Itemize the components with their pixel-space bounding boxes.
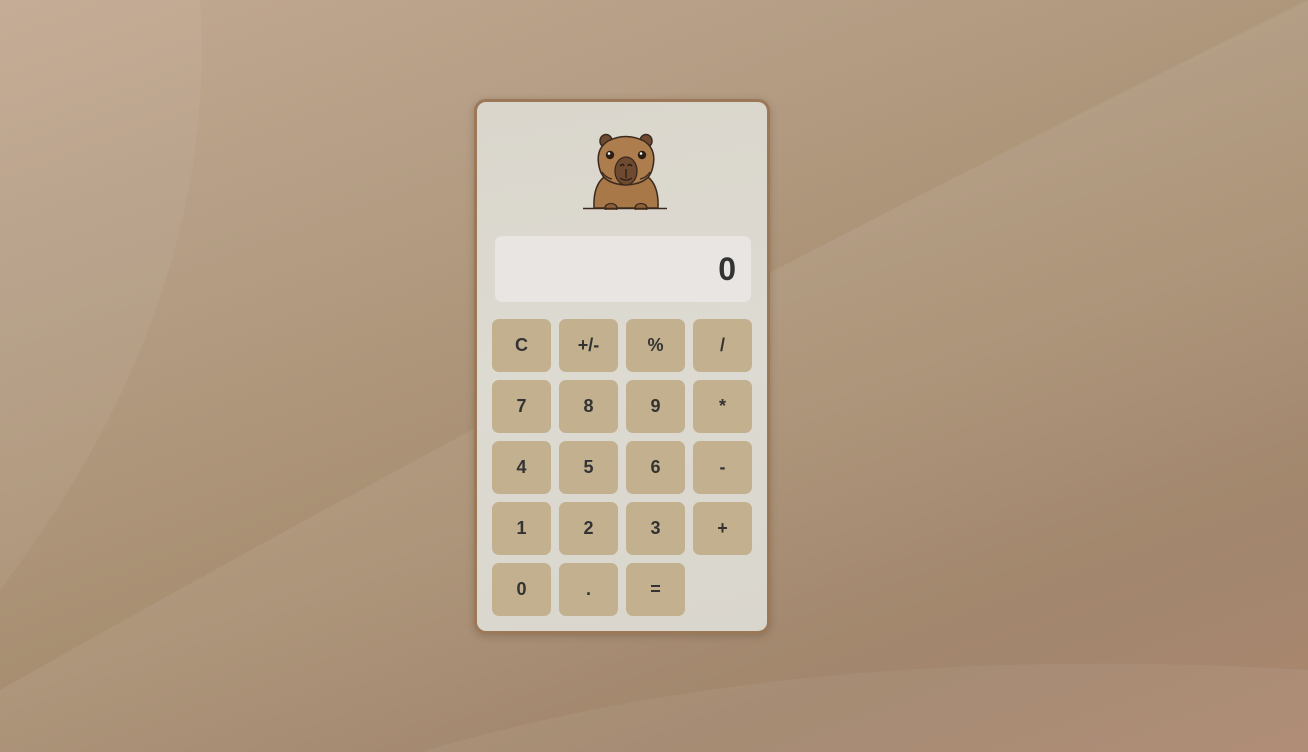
keypad: C +/-%/ 7 8 9 * 4 5 6- 1 2 3 +0. = [492, 319, 756, 616]
divide-button[interactable]: / [693, 319, 752, 372]
digit-1-button[interactable]: 1 [492, 502, 551, 555]
clear-button[interactable]: C [492, 319, 551, 372]
multiply-button[interactable]: * [693, 380, 752, 433]
digit-2-button[interactable]: 2 [559, 502, 618, 555]
calculator-display: 0 [495, 236, 751, 302]
display-value: 0 [718, 250, 736, 287]
digit-9-button[interactable]: 9 [626, 380, 685, 433]
digit-8-button[interactable]: 8 [559, 380, 618, 433]
percent-button[interactable]: % [626, 319, 685, 372]
digit-5-button[interactable]: 5 [559, 441, 618, 494]
digit-4-button[interactable]: 4 [492, 441, 551, 494]
digit-0-button[interactable]: 0 [492, 563, 551, 616]
subtract-button[interactable]: - [693, 441, 752, 494]
digit-3-button[interactable]: 3 [626, 502, 685, 555]
digit-6-button[interactable]: 6 [626, 441, 685, 494]
calculator: 0 C +/-%/ 7 8 9 * 4 5 6- 1 2 3 +0. = [474, 99, 770, 634]
equals-button[interactable]: = [626, 563, 685, 616]
sign-toggle-button[interactable]: +/- [559, 319, 618, 372]
add-button[interactable]: + [693, 502, 752, 555]
digit-7-button[interactable]: 7 [492, 380, 551, 433]
decimal-button[interactable]: . [559, 563, 618, 616]
capybara-icon [583, 133, 667, 210]
